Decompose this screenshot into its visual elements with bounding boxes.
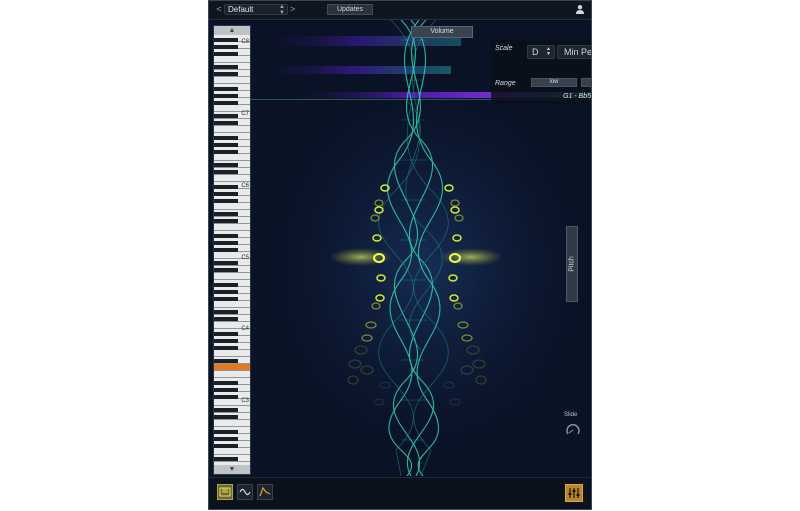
mixer-icon xyxy=(568,488,580,498)
key-value: D xyxy=(532,47,539,57)
bottom-toolbar xyxy=(209,477,591,509)
black-key[interactable] xyxy=(214,101,238,105)
volume-button[interactable]: Volume xyxy=(411,26,473,38)
plugin-window: < Default ▲ ▼ > Updates ▲ C8 C7 C6 C5 C4 C3 ▼ xyxy=(208,0,592,510)
scroll-down-icon[interactable]: ▼ xyxy=(214,465,250,474)
black-key[interactable] xyxy=(214,248,238,252)
mixer-button[interactable] xyxy=(565,484,583,502)
black-key[interactable] xyxy=(214,150,238,154)
pitch-tab[interactable]: Pitch xyxy=(566,226,578,302)
octave-label: C3 xyxy=(241,398,249,404)
keyboard-mode-icon xyxy=(219,487,231,497)
black-key[interactable] xyxy=(214,94,238,98)
user-icon[interactable] xyxy=(575,4,585,15)
active-key[interactable] xyxy=(214,364,250,370)
black-key[interactable] xyxy=(214,163,238,167)
envelope-mode-button[interactable] xyxy=(257,484,273,500)
black-key[interactable] xyxy=(214,65,238,69)
octave-label: C4 xyxy=(241,326,249,332)
piano-keys[interactable]: C8 C7 C6 C5 C4 C3 xyxy=(214,35,250,467)
black-key[interactable] xyxy=(214,87,238,91)
scroll-up-icon[interactable]: ▲ xyxy=(214,26,250,35)
black-key[interactable] xyxy=(214,395,238,399)
black-key[interactable] xyxy=(214,332,238,336)
wave-mode-button[interactable] xyxy=(237,484,253,500)
pitch-label: Pitch xyxy=(568,256,576,272)
updates-button[interactable]: Updates xyxy=(327,4,373,15)
black-key[interactable] xyxy=(214,121,238,125)
piano-keyboard[interactable]: ▲ C8 C7 C6 C5 C4 C3 ▼ xyxy=(213,25,251,475)
range-label: Range xyxy=(495,80,516,87)
black-key[interactable] xyxy=(214,185,238,189)
black-key[interactable] xyxy=(214,437,238,441)
preset-selector[interactable]: Default ▲ ▼ xyxy=(224,4,288,16)
octave-label: C7 xyxy=(241,111,249,117)
scale-value: Min Pent xyxy=(564,47,592,57)
black-key[interactable] xyxy=(214,359,238,363)
keyboard-mode-button[interactable] xyxy=(217,484,233,500)
black-key[interactable] xyxy=(214,339,238,343)
black-key[interactable] xyxy=(214,408,238,412)
pitch-visualization[interactable]: Volume Scale D ▲▼ Min Pent ▲▼ Range low … xyxy=(251,20,592,476)
black-key[interactable] xyxy=(214,72,238,76)
black-key[interactable] xyxy=(214,212,238,216)
slide-knob[interactable] xyxy=(565,422,581,438)
black-key[interactable] xyxy=(214,317,238,321)
black-key[interactable] xyxy=(214,388,238,392)
octave-label: C8 xyxy=(241,39,249,45)
range-low-button[interactable]: low xyxy=(531,78,577,87)
black-key[interactable] xyxy=(214,381,238,385)
black-key[interactable] xyxy=(214,234,238,238)
scale-label: Scale xyxy=(495,45,513,52)
black-key[interactable] xyxy=(214,268,238,272)
envelope-mode-icon xyxy=(259,486,271,497)
black-key[interactable] xyxy=(214,241,238,245)
black-key[interactable] xyxy=(214,45,238,49)
wave-mode-icon xyxy=(239,488,251,496)
slide-label: Slide xyxy=(564,412,578,418)
key-selector[interactable]: D ▲ ▼ xyxy=(527,45,555,59)
black-key[interactable] xyxy=(214,457,238,461)
black-key[interactable] xyxy=(214,199,238,203)
preset-prev-button[interactable]: < xyxy=(215,4,223,14)
black-key[interactable] xyxy=(214,430,238,434)
black-key[interactable] xyxy=(214,38,238,42)
range-high-button[interactable]: high xyxy=(581,78,591,87)
black-key[interactable] xyxy=(214,219,238,223)
preset-name: Default xyxy=(228,5,254,14)
black-key[interactable] xyxy=(214,114,238,118)
octave-label: C6 xyxy=(241,183,249,189)
black-key[interactable] xyxy=(214,297,238,301)
black-key[interactable] xyxy=(214,346,238,350)
black-key[interactable] xyxy=(214,136,238,140)
black-key[interactable] xyxy=(214,170,238,174)
black-key[interactable] xyxy=(214,192,238,196)
black-key[interactable] xyxy=(214,283,238,287)
black-key[interactable] xyxy=(214,290,238,294)
preset-next-button[interactable]: > xyxy=(290,4,295,14)
octave-label: C5 xyxy=(241,255,249,261)
updown-arrows-icon: ▲ ▼ xyxy=(546,46,551,57)
black-key[interactable] xyxy=(214,415,238,419)
black-key[interactable] xyxy=(214,444,238,448)
updown-arrows-icon: ▲ ▼ xyxy=(279,4,285,16)
range-value: G1 - Bb5 xyxy=(563,93,592,100)
black-key[interactable] xyxy=(214,261,238,265)
black-key[interactable] xyxy=(214,310,238,314)
top-toolbar: < Default ▲ ▼ > Updates xyxy=(209,1,591,20)
black-key[interactable] xyxy=(214,143,238,147)
black-key[interactable] xyxy=(214,52,238,56)
scale-range-panel: Scale D ▲▼ Min Pent ▲▼ Range low high G1… xyxy=(491,40,592,104)
scale-selector[interactable]: Min Pent ▲▼ xyxy=(557,45,592,59)
